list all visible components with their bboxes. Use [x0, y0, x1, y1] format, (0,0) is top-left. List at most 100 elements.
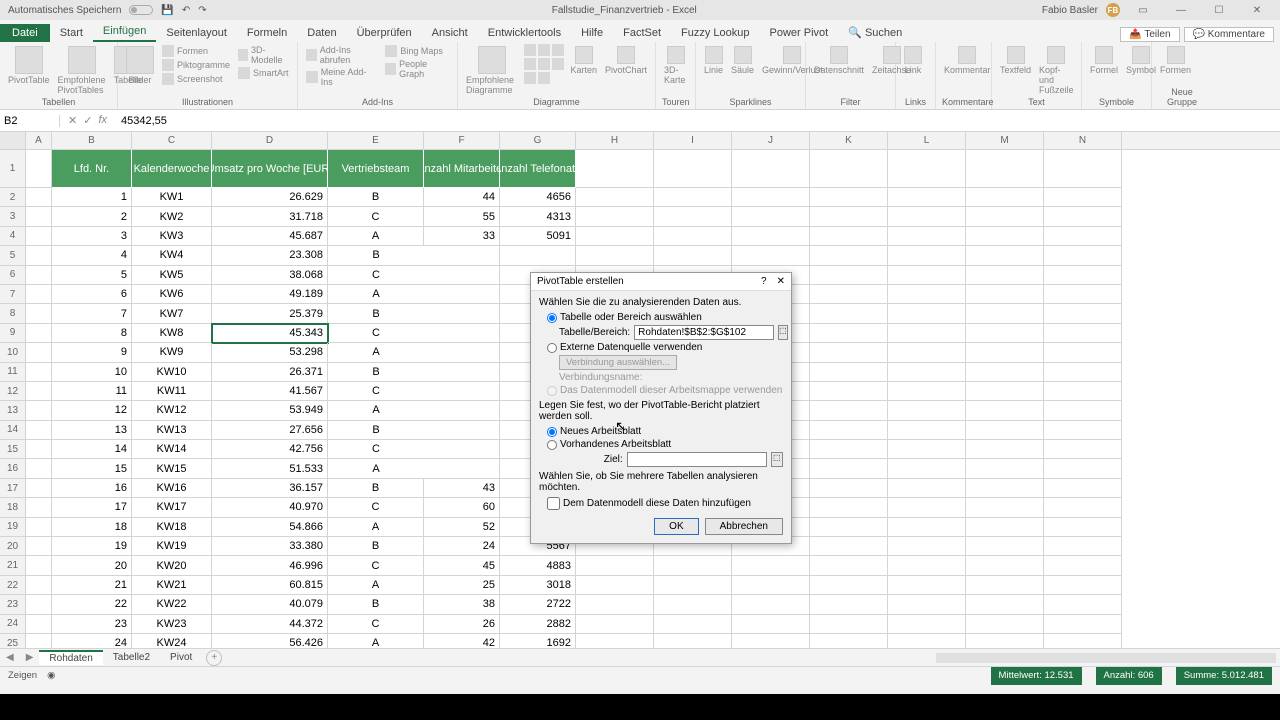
cell-lfdnr[interactable]: 21: [52, 576, 132, 595]
user-avatar[interactable]: FB: [1106, 3, 1120, 17]
cell-umsatz[interactable]: 26.371: [212, 363, 328, 382]
col-header-M[interactable]: M: [966, 132, 1044, 149]
cell-lfdnr[interactable]: 6: [52, 285, 132, 304]
cell-umsatz[interactable]: 56.426: [212, 634, 328, 648]
cancel-button[interactable]: Abbrechen: [705, 518, 783, 535]
row-header[interactable]: 21: [0, 556, 26, 575]
tab-nav-next-icon[interactable]: ▶: [20, 652, 40, 663]
cell-umsatz[interactable]: 49.189: [212, 285, 328, 304]
cell[interactable]: [26, 304, 52, 323]
cell-kw[interactable]: KW12: [132, 401, 212, 420]
cell-umsatz[interactable]: 40.970: [212, 498, 328, 517]
dialog-close-icon[interactable]: ✕: [777, 276, 785, 287]
cell-kw[interactable]: KW4: [132, 246, 212, 265]
cell-team[interactable]: B: [328, 537, 424, 556]
minimize-icon[interactable]: —: [1166, 5, 1196, 16]
cell[interactable]: [26, 266, 52, 285]
cell-kw[interactable]: KW3: [132, 227, 212, 246]
recommended-pivot-button[interactable]: Empfohlene PivotTables: [56, 44, 108, 97]
formula-input[interactable]: 45342,55: [115, 115, 1280, 127]
cell-team[interactable]: C: [328, 324, 424, 343]
cell-lfdnr[interactable]: 2: [52, 207, 132, 226]
cell-umsatz[interactable]: 46.996: [212, 556, 328, 575]
chart-type-icon[interactable]: [552, 44, 564, 56]
sheet-tab-rohdaten[interactable]: Rohdaten: [39, 650, 102, 665]
row-header[interactable]: 2: [0, 188, 26, 207]
recommended-charts-button[interactable]: Empfohlene Diagramme: [464, 44, 520, 97]
row-header[interactable]: 20: [0, 537, 26, 556]
row-header[interactable]: 5: [0, 246, 26, 265]
cell-umsatz[interactable]: 36.157: [212, 479, 328, 498]
cell[interactable]: [26, 363, 52, 382]
cell-ma[interactable]: 26: [424, 615, 500, 634]
cell-team[interactable]: C: [328, 440, 424, 459]
cell-team[interactable]: A: [328, 343, 424, 362]
row-header[interactable]: 23: [0, 595, 26, 614]
cell-tel[interactable]: 1692: [500, 634, 576, 648]
row-header[interactable]: 16: [0, 459, 26, 478]
dialog-help-icon[interactable]: ?: [761, 276, 767, 287]
cell-team[interactable]: C: [328, 556, 424, 575]
row-header[interactable]: 11: [0, 363, 26, 382]
cell-lfdnr[interactable]: 13: [52, 421, 132, 440]
cell-team[interactable]: A: [328, 401, 424, 420]
ribbon-options-icon[interactable]: ▭: [1128, 5, 1158, 16]
cell[interactable]: [26, 324, 52, 343]
cell-kw[interactable]: KW5: [132, 266, 212, 285]
radio-existing-sheet[interactable]: [547, 440, 557, 450]
screenshot-button[interactable]: Screenshot: [160, 72, 232, 86]
cell-tel[interactable]: 2722: [500, 595, 576, 614]
datenschnitt-button[interactable]: Datenschnitt: [812, 44, 866, 77]
cell-umsatz[interactable]: 45.687: [212, 227, 328, 246]
tab-nav-prev-icon[interactable]: ◀: [0, 652, 20, 663]
tab-formeln[interactable]: Formeln: [237, 24, 297, 42]
cell-lfdnr[interactable]: 3: [52, 227, 132, 246]
tab-einfuegen[interactable]: Einfügen: [93, 22, 156, 42]
cell-team[interactable]: C: [328, 266, 424, 285]
cell-ma[interactable]: [424, 459, 500, 478]
cell-team[interactable]: A: [328, 518, 424, 537]
maximize-icon[interactable]: ☐: [1204, 5, 1234, 16]
accept-formula-icon[interactable]: ✓: [83, 114, 92, 127]
cell[interactable]: [26, 498, 52, 517]
cell-ma[interactable]: [424, 401, 500, 420]
cell-kw[interactable]: KW1: [132, 188, 212, 207]
header-tel[interactable]: Anzahl Telefonate: [500, 150, 576, 188]
cell-ma[interactable]: [424, 440, 500, 459]
cell-lfdnr[interactable]: 11: [52, 382, 132, 401]
cell-lfdnr[interactable]: 15: [52, 459, 132, 478]
cell-lfdnr[interactable]: 22: [52, 595, 132, 614]
piktogramme-button[interactable]: Piktogramme: [160, 58, 232, 72]
redo-icon[interactable]: ↷: [198, 5, 206, 16]
cell-team[interactable]: B: [328, 479, 424, 498]
cell-ma[interactable]: 52: [424, 518, 500, 537]
share-button[interactable]: 📤 Teilen: [1120, 27, 1179, 42]
col-header-B[interactable]: B: [52, 132, 132, 149]
radio-table-range[interactable]: [547, 313, 557, 323]
tab-ueberpruefen[interactable]: Überprüfen: [347, 24, 422, 42]
col-header-G[interactable]: G: [500, 132, 576, 149]
cell-lfdnr[interactable]: 24: [52, 634, 132, 648]
cell-ma[interactable]: [424, 246, 500, 265]
cell-ma[interactable]: 42: [424, 634, 500, 648]
search-box[interactable]: 🔍 Suchen: [838, 23, 912, 42]
checkbox-datamodel[interactable]: [547, 497, 560, 510]
cell-lfdnr[interactable]: 18: [52, 518, 132, 537]
cell-lfdnr[interactable]: 10: [52, 363, 132, 382]
cell-lfdnr[interactable]: 23: [52, 615, 132, 634]
col-header-K[interactable]: K: [810, 132, 888, 149]
cell-kw[interactable]: KW20: [132, 556, 212, 575]
cell-lfdnr[interactable]: 8: [52, 324, 132, 343]
cell-team[interactable]: B: [328, 304, 424, 323]
row-header[interactable]: 15: [0, 440, 26, 459]
cell-tel[interactable]: 4313: [500, 207, 576, 226]
kommentar-button[interactable]: Kommentar: [942, 44, 993, 77]
3dmodelle-button[interactable]: 3D-Modelle: [236, 44, 291, 66]
location-picker-icon[interactable]: ⬚: [771, 452, 783, 467]
peoplegraph-button[interactable]: People Graph: [383, 58, 451, 80]
tab-ansicht[interactable]: Ansicht: [422, 24, 478, 42]
tab-daten[interactable]: Daten: [297, 24, 346, 42]
sheet-tab-tabelle2[interactable]: Tabelle2: [103, 651, 160, 664]
cell[interactable]: [26, 188, 52, 207]
cell-kw[interactable]: KW11: [132, 382, 212, 401]
